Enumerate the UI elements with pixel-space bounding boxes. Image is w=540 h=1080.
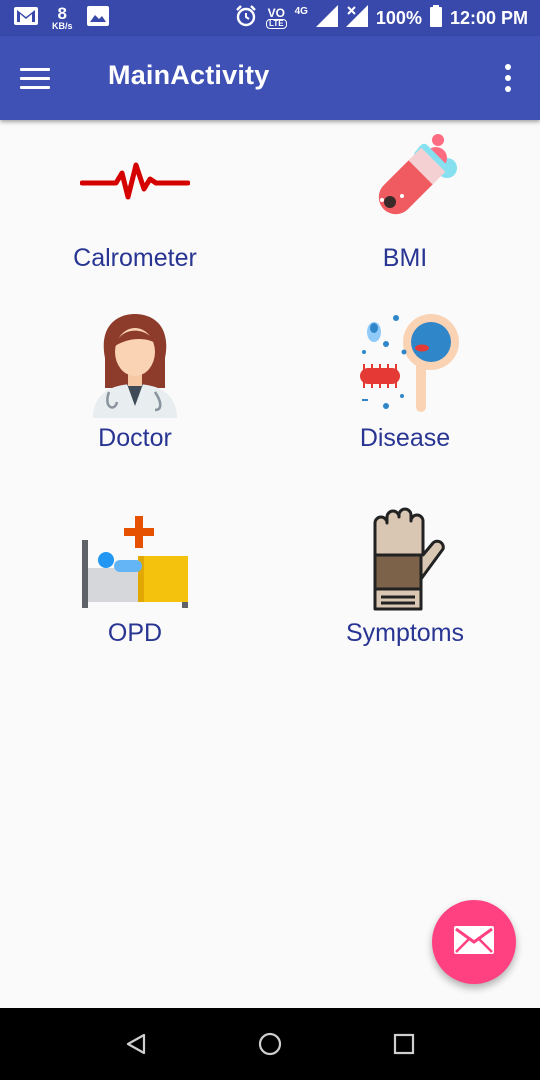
network-type: 4G <box>294 6 308 17</box>
bacteria-magnifier-icon <box>340 308 470 418</box>
back-icon[interactable] <box>118 1026 154 1062</box>
signal-no-service-icon <box>345 4 368 32</box>
battery-percent: 100% <box>375 7 422 28</box>
tile-label: Calrometer <box>73 244 197 272</box>
tile-doctor[interactable]: Doctor <box>0 308 270 453</box>
gmail-icon <box>14 6 38 30</box>
tile-label: Symptoms <box>345 619 465 647</box>
tile-disease[interactable]: Disease <box>270 308 540 453</box>
tile-opd[interactable]: OPD <box>0 503 270 648</box>
net-speed: 8 KB/s <box>52 5 73 31</box>
doctor-icon <box>70 308 200 418</box>
signal-icon <box>315 4 338 32</box>
volte-icon: VO LTE <box>266 7 287 29</box>
tile-symptoms[interactable]: Symptoms <box>270 503 540 648</box>
test-tube-icon <box>340 128 470 238</box>
clock: 12:00 PM <box>449 7 528 28</box>
menu-icon[interactable] <box>20 58 60 98</box>
glove-icon <box>340 503 470 613</box>
volte-label: VO <box>267 6 285 20</box>
image-icon <box>86 5 109 31</box>
tile-label: Doctor <box>98 424 172 452</box>
email-fab-button[interactable] <box>432 900 516 984</box>
tile-calrometer[interactable]: Calrometer <box>0 128 270 273</box>
net-speed-value: 8 <box>57 4 67 23</box>
tile-label: Disease <box>359 424 451 452</box>
email-icon <box>454 925 494 959</box>
home-icon[interactable] <box>252 1026 288 1062</box>
tile-label: OPD <box>107 619 163 647</box>
overflow-menu-icon[interactable] <box>500 60 516 96</box>
page-title: MainActivity <box>108 60 270 90</box>
hospital-bed-icon <box>70 503 200 613</box>
tile-bmi[interactable]: BMI <box>270 128 540 273</box>
tile-label: BMI <box>382 244 428 272</box>
net-speed-unit: KB/s <box>52 21 73 31</box>
battery-icon <box>429 4 442 32</box>
recents-icon[interactable] <box>386 1026 422 1062</box>
heartbeat-icon <box>70 128 200 238</box>
lte-label: LTE <box>266 19 287 29</box>
navigation-bar <box>0 1008 540 1080</box>
alarm-icon <box>234 4 258 33</box>
status-bar: 8 KB/s VO LTE 4G 100% 12:00 PM <box>0 0 540 36</box>
app-bar: MainActivity <box>0 36 540 120</box>
